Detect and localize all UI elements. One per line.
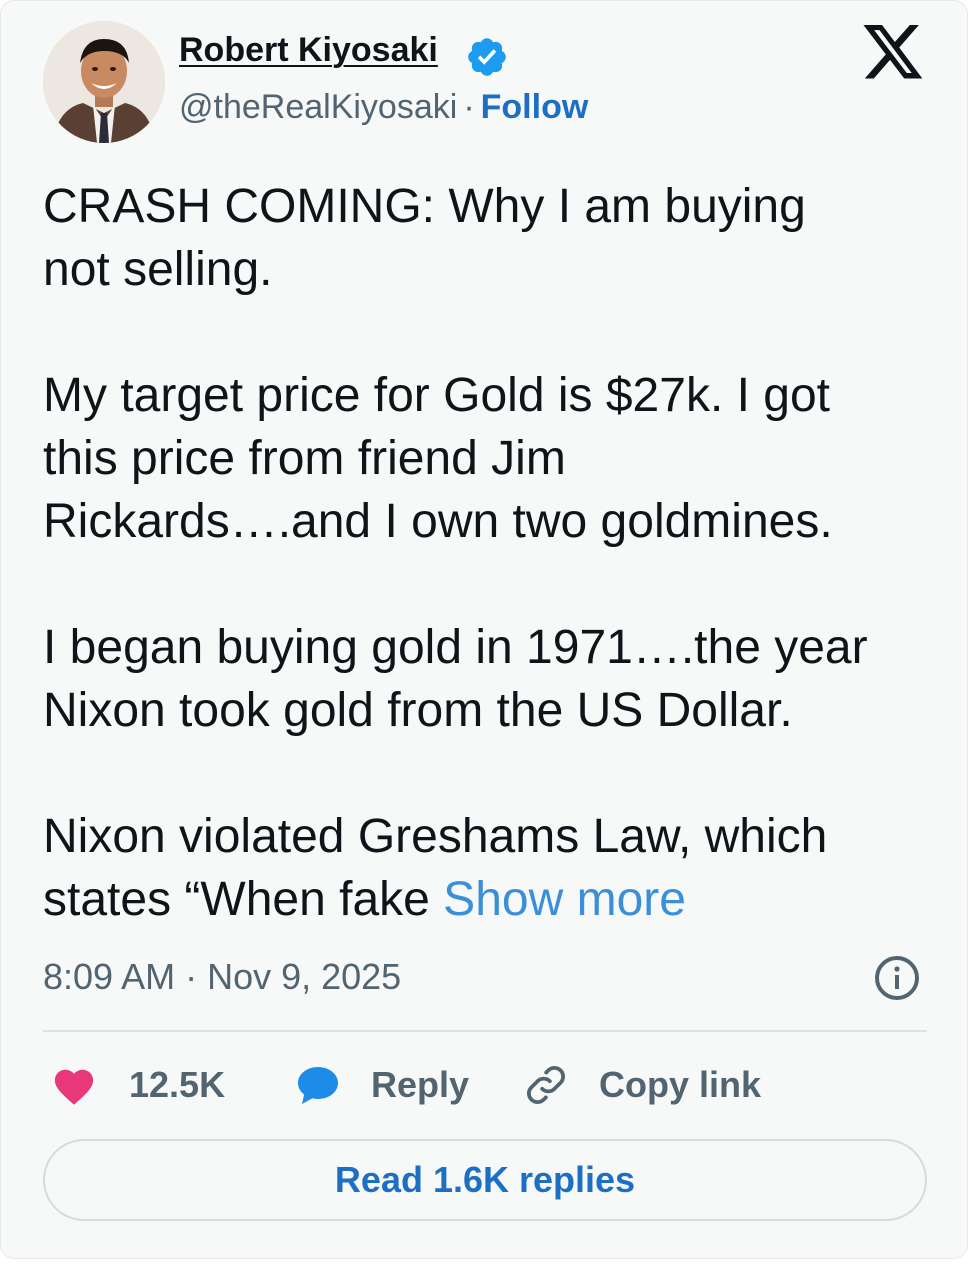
author-avatar[interactable] xyxy=(43,21,165,143)
verified-badge-icon xyxy=(468,38,506,76)
tweet-paragraph: I began buying gold in 1971….the year Ni… xyxy=(43,616,933,742)
tweet-line: Nixon took gold from the US Dollar. xyxy=(43,684,793,737)
reply-label: Reply xyxy=(371,1064,470,1105)
handle-separator: · xyxy=(463,88,475,126)
tweet-timestamp[interactable]: 8:09 AM · Nov 9, 2025 xyxy=(43,953,401,1001)
read-replies-button[interactable]: Read 1.6K replies xyxy=(43,1139,927,1221)
copy-link-label: Copy link xyxy=(599,1064,762,1105)
avatar-photo xyxy=(43,21,165,143)
tweet-paragraph: Nixon violated Greshams Law, which state… xyxy=(43,805,933,931)
link-icon xyxy=(526,1065,566,1105)
x-logo-icon[interactable] xyxy=(863,25,925,81)
author-name[interactable]: Robert Kiyosaki xyxy=(179,31,438,70)
tweet-line: this price from friend Jim xyxy=(43,432,566,485)
tweet-card: Robert Kiyosaki @theRealKiyosaki · Follow … xyxy=(0,0,968,1259)
show-more-link[interactable]: Show more xyxy=(443,873,686,926)
tweet-line: My target price for Gold is $27k. I got xyxy=(43,369,831,422)
copy-link-button[interactable]: Copy link xyxy=(523,1055,761,1115)
action-bar: 12.5K Reply Copy link xyxy=(43,1055,927,1115)
follow-button[interactable]: Follow xyxy=(481,88,589,126)
heart-icon xyxy=(54,1069,94,1105)
tweet-line: states “When fake xyxy=(43,873,444,926)
tweet-paragraph: My target price for Gold is $27k. I got … xyxy=(43,364,933,553)
like-button[interactable]: 12.5K xyxy=(51,1055,225,1115)
tweet-line: CRASH COMING: Why I am buying xyxy=(43,180,806,233)
author-handle[interactable]: @theRealKiyosaki xyxy=(179,88,457,126)
tweet-line: Nixon violated Greshams Law, which xyxy=(43,810,828,863)
tweet-line: Rickards….and I own two goldmines. xyxy=(43,495,833,548)
tweet-paragraph: CRASH COMING: Why I am buying not sellin… xyxy=(43,175,933,301)
divider xyxy=(43,1030,927,1032)
handle-row: @theRealKiyosaki · Follow xyxy=(179,85,588,129)
tweet-line: not selling. xyxy=(43,243,273,296)
tweet-text: CRASH COMING: Why I am buying not sellin… xyxy=(43,175,933,931)
info-icon[interactable] xyxy=(873,954,921,1002)
tweet-line: I began buying gold in 1971….the year xyxy=(43,621,868,674)
like-count: 12.5K xyxy=(129,1064,226,1105)
reply-button[interactable]: Reply xyxy=(293,1055,469,1115)
reply-bubble-icon xyxy=(298,1067,338,1104)
